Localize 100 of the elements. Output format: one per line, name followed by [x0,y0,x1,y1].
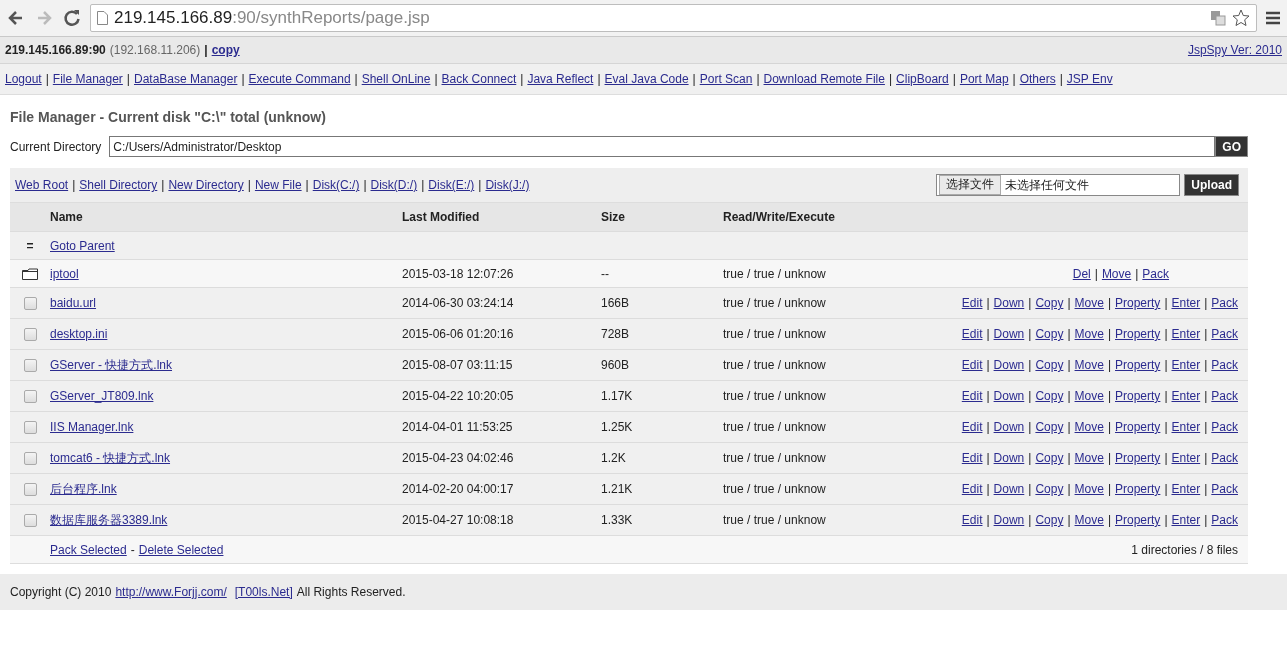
action-link[interactable]: Property [1115,420,1161,434]
action-link[interactable]: Enter [1171,482,1201,496]
file-name-link[interactable]: 后台程序.lnk [50,481,117,496]
nav-link[interactable]: Eval Java Code [604,72,689,86]
action-link[interactable]: Down [993,482,1025,496]
action-link[interactable]: Property [1115,327,1161,341]
file-name-link[interactable]: baidu.url [50,296,97,310]
star-icon[interactable] [1232,9,1250,27]
nav-link[interactable]: JSP Env [1066,72,1113,86]
row-checkbox[interactable] [23,513,37,527]
action-link[interactable]: Edit [961,451,983,465]
file-name-link[interactable]: GServer - 快捷方式.lnk [50,357,172,372]
action-link[interactable]: Move [1074,296,1104,310]
action-link[interactable]: Down [993,513,1025,527]
action-link[interactable]: Down [993,358,1025,372]
row-checkbox[interactable] [23,389,37,403]
row-checkbox[interactable] [23,482,37,496]
action-link[interactable]: Pack [1211,358,1238,372]
file-name-link[interactable]: iptool [50,266,79,281]
action-link[interactable]: Copy [1035,451,1064,465]
row-checkbox[interactable] [23,358,37,372]
action-link[interactable]: Copy [1035,327,1064,341]
action-link[interactable]: Enter [1171,389,1201,403]
copy-link[interactable]: copy [211,43,240,57]
action-link[interactable]: Down [993,296,1025,310]
action-link[interactable]: Edit [961,296,983,310]
action-link[interactable]: Move [1101,266,1132,281]
action-link[interactable]: Enter [1171,451,1201,465]
version-link[interactable]: JspSpy Ver: 2010 [1187,43,1282,57]
shortcut-link[interactable]: Shell Directory [79,178,158,192]
action-link[interactable]: Pack [1211,451,1238,465]
menu-icon[interactable] [1265,11,1281,25]
action-link[interactable]: Edit [961,389,983,403]
nav-link[interactable]: Port Map [959,72,1009,86]
nav-link[interactable]: DataBase Manager [134,72,238,86]
action-link[interactable]: Copy [1035,482,1064,496]
action-link[interactable]: Move [1074,327,1104,341]
action-link[interactable]: Pack [1142,266,1170,281]
action-link[interactable]: Enter [1171,420,1201,434]
site-link[interactable]: http://www.Forjj.com/ [115,585,227,599]
action-link[interactable]: Enter [1171,327,1201,341]
row-checkbox[interactable] [23,327,37,341]
parent-link[interactable]: Goto Parent [50,238,115,253]
action-link[interactable]: Copy [1035,389,1064,403]
pack-selected-link[interactable]: Pack Selected [50,542,127,557]
file-name-link[interactable]: IIS Manager.lnk [50,420,134,434]
action-link[interactable]: Property [1115,358,1161,372]
upload-button[interactable]: Upload [1184,174,1239,196]
action-link[interactable]: Down [993,451,1025,465]
action-link[interactable]: Pack [1211,482,1238,496]
go-button[interactable]: GO [1215,136,1248,157]
action-link[interactable]: Edit [961,513,983,527]
nav-link[interactable]: Logout [5,72,42,86]
action-link[interactable]: Move [1074,420,1104,434]
action-link[interactable]: Move [1074,358,1104,372]
shortcut-link[interactable]: Disk(J:/) [485,178,530,192]
action-link[interactable]: Edit [961,327,983,341]
action-link[interactable]: Property [1115,513,1161,527]
action-link[interactable]: Edit [961,420,983,434]
reload-icon[interactable] [62,8,82,28]
action-link[interactable]: Enter [1171,296,1201,310]
tools-link[interactable]: [T00ls.Net] [234,585,293,599]
action-link[interactable]: Property [1115,389,1161,403]
shortcut-link[interactable]: Web Root [15,178,69,192]
nav-link[interactable]: Java Reflect [527,72,594,86]
action-link[interactable]: Down [993,420,1025,434]
action-link[interactable]: Enter [1171,358,1201,372]
file-name-link[interactable]: desktop.ini [50,327,108,341]
shortcut-link[interactable]: New Directory [168,178,244,192]
action-link[interactable]: Enter [1171,513,1201,527]
nav-link[interactable]: Shell OnLine [361,72,431,86]
shortcut-link[interactable]: Disk(D:/) [370,178,418,192]
action-link[interactable]: Move [1074,513,1104,527]
shortcut-link[interactable]: Disk(E:/) [428,178,475,192]
file-input[interactable]: 选择文件 未选择任何文件 [936,174,1181,196]
action-link[interactable]: Property [1115,482,1161,496]
action-link[interactable]: Copy [1035,513,1064,527]
action-link[interactable]: Move [1074,389,1104,403]
action-link[interactable]: Edit [961,482,983,496]
shortcut-link[interactable]: Disk(C:/) [312,178,360,192]
action-link[interactable]: Pack [1211,513,1238,527]
nav-link[interactable]: Others [1019,72,1056,86]
action-link[interactable]: Move [1074,482,1104,496]
file-name-link[interactable]: 数据库服务器3389.lnk [50,512,168,527]
row-checkbox[interactable] [23,451,37,465]
shortcut-link[interactable]: New File [254,178,302,192]
action-link[interactable]: Pack [1211,420,1238,434]
action-link[interactable]: Down [993,389,1025,403]
action-link[interactable]: Del [1072,266,1091,281]
action-link[interactable]: Copy [1035,358,1064,372]
action-link[interactable]: Copy [1035,296,1064,310]
file-name-link[interactable]: GServer_JT809.lnk [50,389,154,403]
translate-icon[interactable] [1210,10,1226,26]
action-link[interactable]: Pack [1211,327,1238,341]
delete-selected-link[interactable]: Delete Selected [138,542,224,557]
action-link[interactable]: Pack [1211,296,1238,310]
address-bar[interactable]: 219.145.166.89:90/synthReports/page.jsp [90,4,1257,32]
nav-link[interactable]: ClipBoard [896,72,949,86]
action-link[interactable]: Move [1074,451,1104,465]
file-name-link[interactable]: tomcat6 - 快捷方式.lnk [50,450,171,465]
